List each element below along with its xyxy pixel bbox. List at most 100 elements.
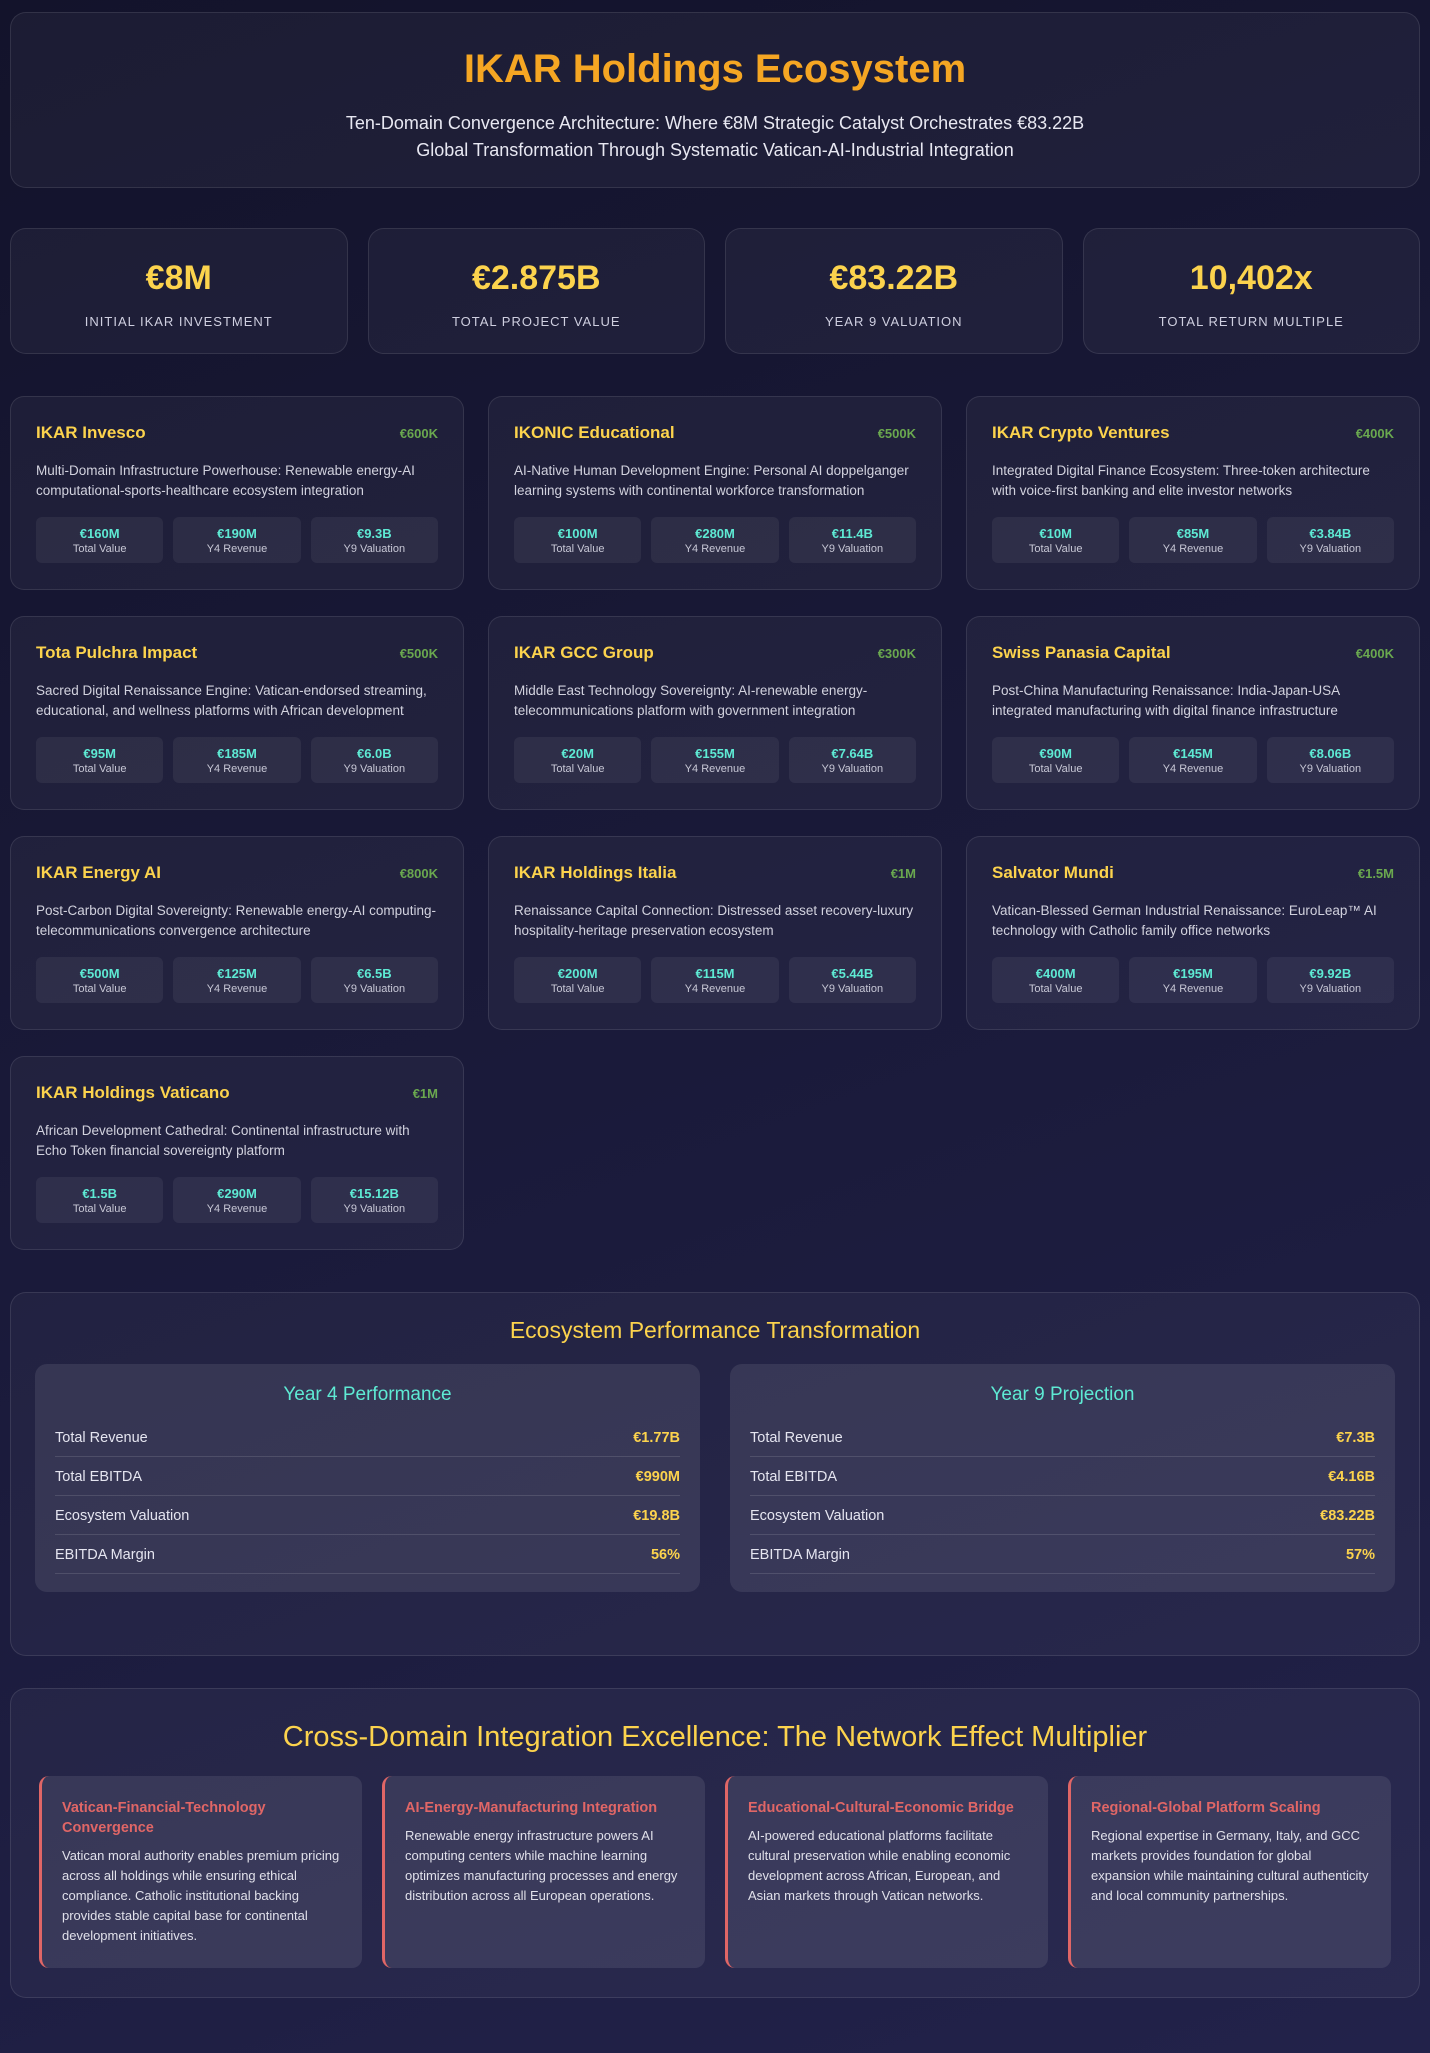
company-investment: €600K <box>399 425 438 441</box>
stat-card: €8M Initial IKAR Investment <box>10 228 348 354</box>
metric-value: €9.92B <box>1309 966 1352 981</box>
performance-title: Ecosystem Performance Transformation <box>509 1317 921 1343</box>
performance-row: Ecosystem Valuation €19.8B <box>55 1496 680 1535</box>
company-investment: €500K <box>399 645 438 661</box>
integration-text: Renewable energy infrastructure powers A… <box>405 1828 678 1903</box>
company-card: IKAR Invesco €600K Multi-Domain Infrastruc… <box>10 396 464 590</box>
stat-value: €2.875B <box>471 259 601 297</box>
performance-box-title: Year 9 Projection <box>990 1384 1135 1405</box>
metric-value: €95M <box>83 746 116 761</box>
stat-label: Total Project Value <box>451 314 621 329</box>
company-card: IKAR Holdings Vaticano €1M African Develop… <box>10 1056 464 1250</box>
metric-label: Y4 Revenue <box>1162 763 1224 775</box>
performance-row: EBITDA Margin 56% <box>55 1535 680 1574</box>
company-card: IKAR Holdings Italia €1M Renaissance Capit… <box>488 836 942 1030</box>
performance-box: Year 4 Performance Total Revenue €1.77B Tot… <box>35 1364 700 1592</box>
metric-y9-valuation: €15.12B Y9 Valuation <box>310 1177 438 1223</box>
company-investment: €400K <box>1355 645 1394 661</box>
company-name: Swiss Panasia Capital <box>992 643 1171 662</box>
metric-value: €185M <box>217 746 257 761</box>
performance-row: EBITDA Margin 57% <box>750 1535 1375 1574</box>
metric-value: €145M <box>1173 746 1213 761</box>
metric-value: €115M <box>695 966 735 981</box>
metric-y4-revenue: €195M Y4 Revenue <box>1129 957 1257 1003</box>
metric-value: €195M <box>1173 966 1213 981</box>
row-value: €1.77B <box>633 1430 680 1446</box>
company-investment: €800K <box>399 865 438 881</box>
integration-title: Educational-Cultural-Economic Bridge <box>748 1800 1014 1816</box>
metric-label: Y4 Revenue <box>206 983 268 995</box>
company-card-header: IKAR GCC Group €300K <box>514 643 916 663</box>
metric-y4-revenue: €290M Y4 Revenue <box>173 1177 301 1223</box>
metric-total-value: €20M Total Value <box>514 737 642 783</box>
stat-card: 10,402x Total Return Multiple <box>1082 228 1420 354</box>
row-label: Total EBITDA <box>55 1469 143 1485</box>
metric-label: Y9 Valuation <box>343 543 406 555</box>
metric-value: €5.44B <box>831 966 874 981</box>
metric-label: Y9 Valuation <box>821 763 884 775</box>
row-value: 57% <box>1345 1547 1375 1563</box>
metric-total-value: €90M Total Value <box>992 737 1120 783</box>
metric-label: Total Value <box>550 543 605 555</box>
integration-card: Educational-Cultural-Economic Bridge AI-p… <box>725 1776 1048 1968</box>
performance-box-title: Year 4 Performance <box>283 1384 452 1405</box>
cross-domain-section: Cross-Domain Integration Excellence: The… <box>10 1688 1420 1998</box>
company-metrics: €500M Total Value €125M Y4 Revenue €6.5B Y9 V… <box>36 957 438 1003</box>
metric-label: Total Value <box>72 763 127 775</box>
company-description: Multi-Domain Infrastructure Powerhouse: … <box>36 463 415 498</box>
metric-value: €85M <box>1176 526 1210 541</box>
metric-value: €15.12B <box>349 1186 399 1201</box>
company-card-header: Salvator Mundi €1.5M <box>992 863 1394 883</box>
metric-value: €160M <box>79 526 120 541</box>
metric-label: Y9 Valuation <box>821 543 884 555</box>
integration-title: Vatican-Financial-Technology Convergence <box>62 1800 266 1836</box>
metric-y9-valuation: €3.84B Y9 Valuation <box>1266 517 1394 563</box>
stat-card: €2.875B Total Project Value <box>367 228 705 354</box>
row-value: €19.8B <box>633 1508 680 1524</box>
company-metrics: €1.5B Total Value €290M Y4 Revenue €15.12B Y9… <box>36 1177 438 1223</box>
metric-label: Total Value <box>550 763 605 775</box>
row-value: 56% <box>650 1547 680 1563</box>
stat-card: €83.22B Year 9 Valuation <box>725 228 1063 354</box>
company-name: IKAR Holdings Vaticano <box>36 1083 230 1102</box>
performance-row: Total Revenue €1.77B <box>55 1418 680 1457</box>
row-value: €83.22B <box>1320 1508 1375 1524</box>
stat-label: Total Return Multiple <box>1158 314 1344 329</box>
metric-value: €200M <box>557 966 598 981</box>
company-metrics: €200M Total Value €115M Y4 Revenue €5.44B Y9 … <box>514 957 916 1003</box>
metric-label: Y4 Revenue <box>684 763 746 775</box>
company-investment: €1M <box>890 865 916 881</box>
metric-value: €500M <box>79 966 120 981</box>
stat-label: Year 9 Valuation <box>824 314 963 329</box>
company-investment: €1M <box>412 1085 438 1101</box>
row-label: Total Revenue <box>750 1430 843 1446</box>
company-description: Post-Carbon Digital Sovereignty: Renewab… <box>36 903 436 938</box>
metric-value: €155M <box>695 746 735 761</box>
company-description: AI-Native Human Development Engine: Pers… <box>514 463 909 498</box>
metric-value: €1.5B <box>82 1186 118 1201</box>
metric-total-value: €200M Total Value <box>514 957 642 1003</box>
metric-label: Y4 Revenue <box>206 763 268 775</box>
metric-value: €3.84B <box>1309 526 1352 541</box>
row-label: Ecosystem Valuation <box>55 1508 190 1524</box>
metric-y9-valuation: €7.64B Y9 Valuation <box>788 737 916 783</box>
company-description: African Development Cathedral: Continent… <box>36 1123 410 1158</box>
metric-value: €400M <box>1035 966 1076 981</box>
row-value: €4.16B <box>1328 1469 1375 1485</box>
metric-value: €10M <box>1039 526 1072 541</box>
metric-y9-valuation: €8.06B Y9 Valuation <box>1266 737 1394 783</box>
metric-label: Y9 Valuation <box>1299 763 1362 775</box>
company-investment: €300K <box>877 645 916 661</box>
metric-y4-revenue: €155M Y4 Revenue <box>651 737 779 783</box>
metric-y9-valuation: €5.44B Y9 Valuation <box>788 957 916 1003</box>
metric-value: €90M <box>1039 746 1072 761</box>
integration-text: Regional expertise in Germany, Italy, an… <box>1091 1828 1369 1903</box>
metric-total-value: €400M Total Value <box>992 957 1120 1003</box>
company-metrics: €20M Total Value €155M Y4 Revenue €7.64B Y9 V… <box>514 737 916 783</box>
company-description: Post-China Manufacturing Renaissance: In… <box>992 683 1340 718</box>
company-name: IKAR Invesco <box>36 423 146 442</box>
company-card: IKAR Crypto Ventures €400K Integrated Digi… <box>966 396 1420 590</box>
metric-label: Total Value <box>72 983 127 995</box>
metric-value: €8.06B <box>1309 746 1352 761</box>
metric-y4-revenue: €115M Y4 Revenue <box>651 957 779 1003</box>
